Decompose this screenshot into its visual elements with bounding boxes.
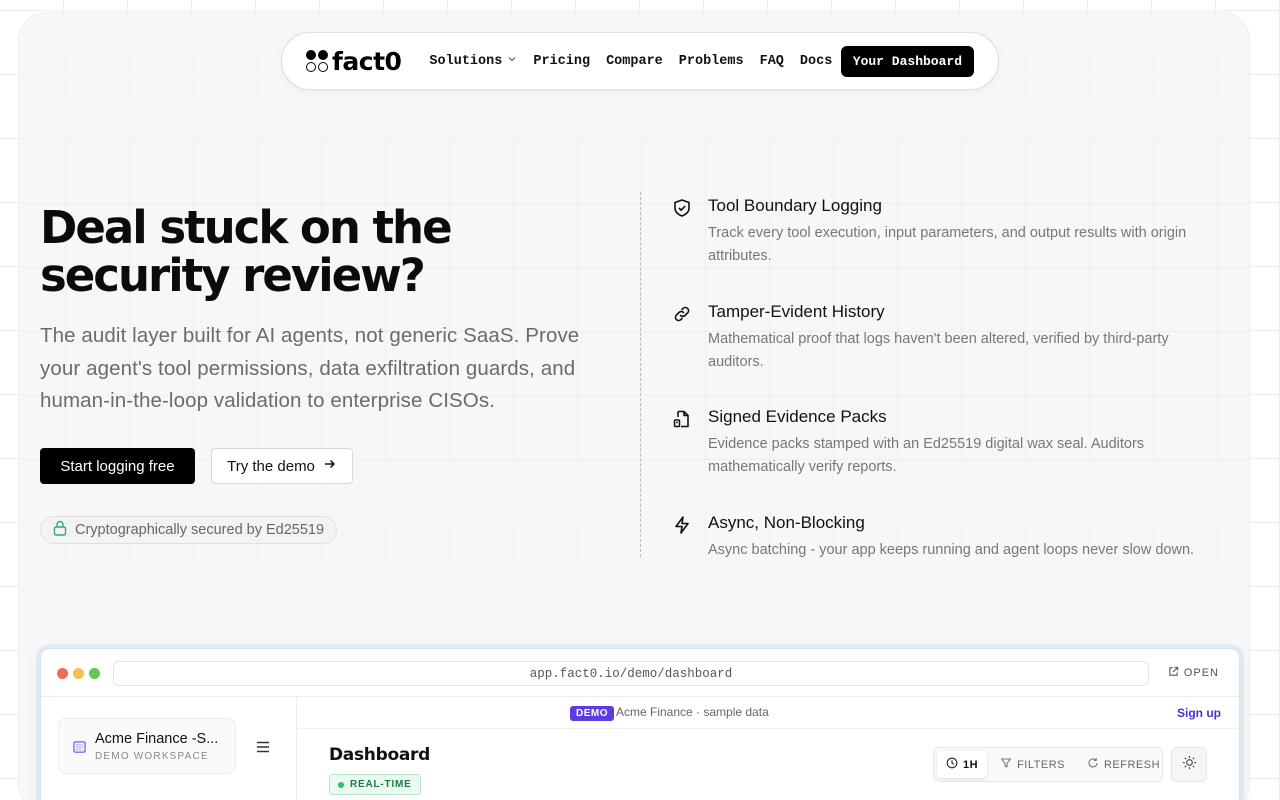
sun-icon (1182, 755, 1197, 775)
demo-banner-text: Acme Finance · sample data (616, 705, 769, 719)
feature-title: Signed Evidence Packs (708, 407, 887, 426)
demo-banner: DEMO Acme Finance · sample data Sign up (297, 697, 1239, 729)
demo-main: DEMO Acme Finance · sample data Sign up … (297, 697, 1239, 800)
refresh-label: REFRESH (1103, 758, 1161, 771)
logo-text: fact0 (332, 46, 402, 76)
feature-title: Async, Non-Blocking (708, 513, 865, 532)
open-button[interactable]: OPEN (1168, 666, 1219, 680)
dashboard-toolbar: 1H FILTERS REFRESH (933, 747, 1163, 782)
feature-desc: Track every tool execution, input parame… (708, 225, 1187, 264)
external-link-icon (1168, 666, 1179, 680)
start-logging-button[interactable]: Start logging free (40, 448, 195, 484)
window-minimize-dot[interactable] (73, 668, 84, 679)
logo-mark-icon (306, 50, 328, 72)
browser-toolbar: app.fact0.io/demo/dashboard OPEN (41, 649, 1239, 697)
nav-item-docs[interactable]: Docs (800, 54, 832, 69)
security-badge: Cryptographically secured by Ed25519 (40, 516, 338, 544)
live-dot-icon (338, 781, 344, 788)
demo-browser-window: app.fact0.io/demo/dashboard OPEN Acme Fi… (40, 648, 1240, 800)
refresh-icon (1087, 757, 1099, 772)
hero-title: Deal stuck on the security review? (40, 204, 560, 300)
feature-desc: Mathematical proof that logs haven't bee… (708, 331, 1169, 370)
signup-link[interactable]: Sign up (1177, 706, 1221, 720)
nav-item-problems[interactable]: Problems (679, 54, 744, 69)
nav-links: Solutions Pricing Compare Problems FAQ D… (429, 54, 832, 69)
refresh-button[interactable]: REFRESH (1078, 751, 1169, 778)
nav-item-solutions[interactable]: Solutions (429, 54, 517, 69)
clock-icon (946, 757, 958, 772)
arrow-right-icon (323, 457, 337, 475)
hero-title-line2: security review? (40, 249, 426, 302)
try-demo-label: Try the demo (227, 457, 315, 475)
logo[interactable]: fact0 (306, 46, 402, 76)
dashboard-title: Dashboard (329, 745, 430, 765)
hero-subtitle: The audit layer built for AI agents, not… (40, 324, 580, 412)
workspace-switcher[interactable]: Acme Finance -S... DEMO WORKSPACE (58, 718, 236, 774)
window-close-dot[interactable] (57, 668, 68, 679)
time-range-button[interactable]: 1H (937, 751, 988, 778)
top-nav: fact0 Solutions Pricing Compare Problems… (281, 32, 999, 90)
link-icon (672, 304, 692, 324)
feature-title: Tamper-Evident History (708, 302, 885, 321)
feature-desc: Async batching - your app keeps running … (708, 542, 1195, 558)
realtime-badge: REAL-TIME (329, 774, 421, 795)
file-signature-icon (672, 409, 692, 429)
nav-item-label: Solutions (429, 53, 503, 69)
nav-item-faq[interactable]: FAQ (760, 54, 784, 69)
address-bar[interactable]: app.fact0.io/demo/dashboard (113, 661, 1149, 686)
realtime-label: REAL-TIME (350, 779, 412, 790)
open-label: OPEN (1183, 667, 1219, 679)
shield-check-icon (672, 198, 692, 218)
nav-item-compare[interactable]: Compare (606, 54, 663, 69)
time-range-label: 1H (963, 758, 979, 771)
chevron-down-icon (507, 54, 517, 68)
nav-item-pricing[interactable]: Pricing (533, 54, 590, 69)
theme-toggle-button[interactable] (1171, 747, 1207, 782)
building-icon (72, 739, 87, 759)
your-dashboard-button[interactable]: Your Dashboard (840, 45, 974, 77)
demo-pill: DEMO (570, 706, 614, 721)
lock-icon (53, 520, 67, 540)
try-demo-button[interactable]: Try the demo (211, 448, 353, 484)
feature-desc: Evidence packs stamped with an Ed25519 d… (708, 436, 1145, 475)
section-divider (640, 192, 641, 557)
security-badge-text: Cryptographically secured by Ed25519 (75, 522, 325, 538)
workspace-name: Acme Finance -S... (95, 731, 219, 747)
filters-label: FILTERS (1017, 758, 1065, 771)
menu-icon[interactable] (256, 737, 270, 758)
lightning-icon (672, 515, 692, 535)
filter-icon (1000, 757, 1012, 772)
filters-button[interactable]: FILTERS (991, 751, 1074, 778)
window-maximize-dot[interactable] (89, 668, 100, 679)
workspace-sub: DEMO WORKSPACE (95, 751, 209, 762)
feature-title: Tool Boundary Logging (708, 196, 882, 215)
demo-sidebar: Acme Finance -S... DEMO WORKSPACE (41, 697, 297, 800)
hero-title-line1: Deal stuck on the (40, 201, 453, 254)
